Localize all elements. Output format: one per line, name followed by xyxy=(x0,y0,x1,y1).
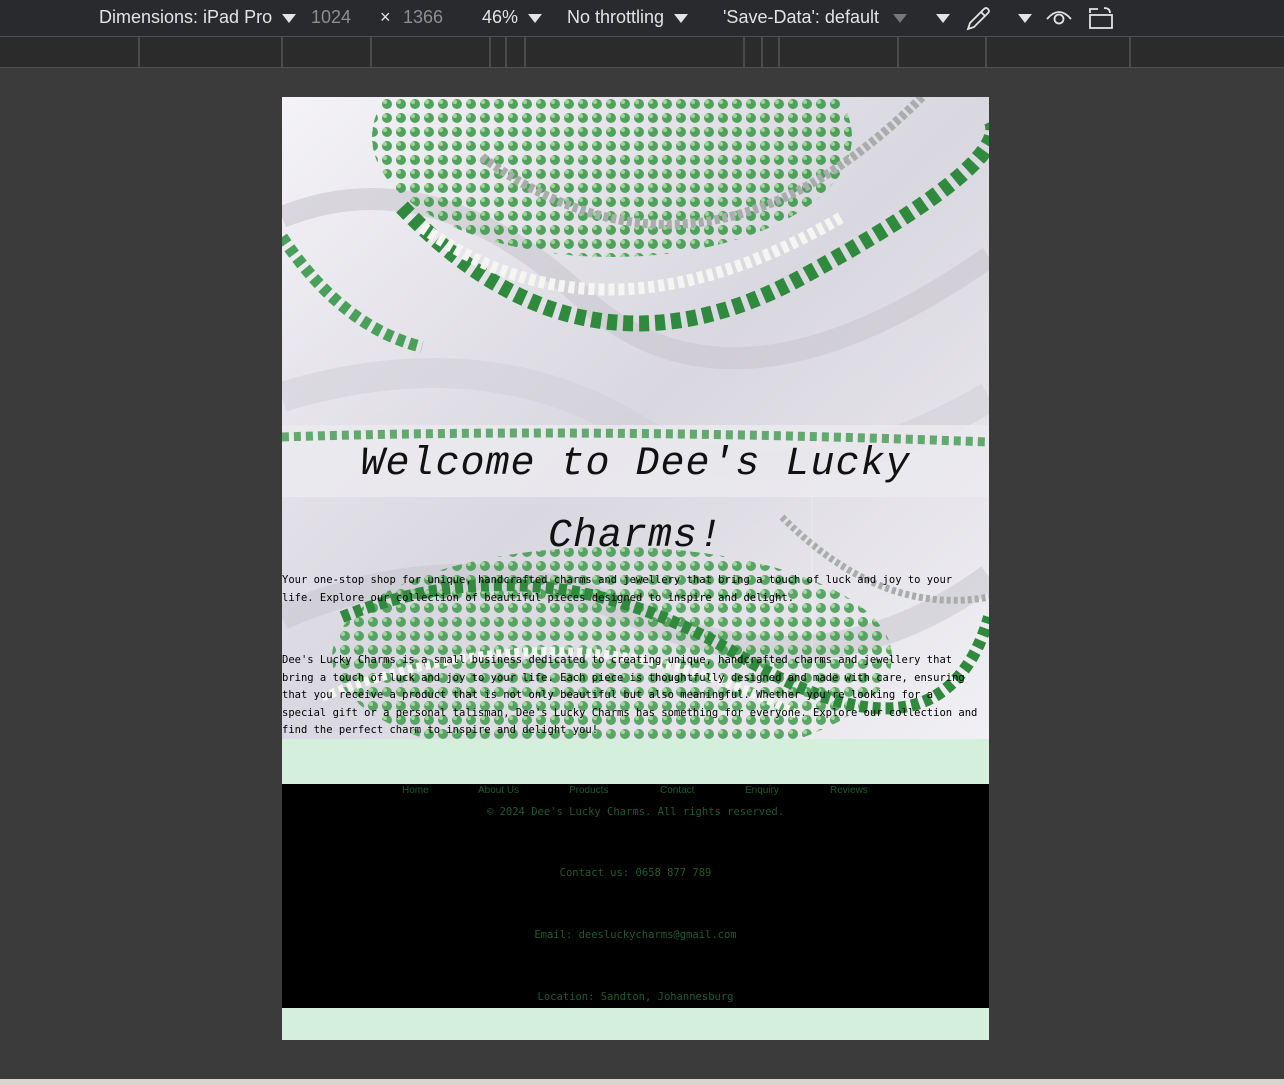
contact-email: Email: deesluckycharms@gmail.com xyxy=(534,929,737,941)
throttling-dropdown[interactable]: No throttling xyxy=(567,7,689,28)
times-symbol: × xyxy=(380,7,391,27)
nav-link-enquiry[interactable]: Enquiry xyxy=(745,785,779,796)
bead-necklace-image xyxy=(282,97,989,739)
caret-down-icon[interactable] xyxy=(1018,14,1032,23)
hero-section: Welcome to Dee's Lucky Charms! Your one-… xyxy=(282,97,989,739)
zoom-label: 46% xyxy=(482,7,519,27)
dimensions-label: Dimensions: iPad Pro xyxy=(99,7,273,27)
contact-location: Location: Sandton, Johannesburg xyxy=(537,991,734,1003)
nav-link-contact[interactable]: Contact xyxy=(660,785,694,796)
caret-down-icon xyxy=(892,13,907,23)
dimensions-dropdown[interactable]: Dimensions: iPad Pro xyxy=(99,7,297,28)
width-input[interactable]: 1024 xyxy=(311,7,351,28)
save-data-label: 'Save-Data': default xyxy=(723,7,879,27)
device-viewport: Welcome to Dee's Lucky Charms! Your one-… xyxy=(282,97,989,1040)
intro-text: Your one-stop shop for unique, handcraft… xyxy=(282,574,953,604)
mint-band xyxy=(282,739,989,784)
rotate-icon[interactable] xyxy=(1086,5,1116,31)
bottom-mint-band xyxy=(282,1008,989,1040)
caret-down-icon xyxy=(528,13,543,23)
media-query-ruler xyxy=(0,36,1284,68)
zoom-dropdown[interactable]: 46% xyxy=(482,7,543,28)
window-bottom-edge xyxy=(0,1079,1284,1085)
nav-link-about-us[interactable]: About Us xyxy=(478,785,519,796)
contact-phone: Contact us: 0658 877 789 xyxy=(559,867,712,879)
hero-title: Welcome to Dee's Lucky Charms! xyxy=(360,442,911,559)
nav-link-home[interactable]: Home xyxy=(402,785,429,796)
footer-nav: Home About Us Products Contact Enquiry R… xyxy=(282,784,989,800)
device-toolbar: Dimensions: iPad Pro 1024 × 1366 46% No … xyxy=(0,0,1284,36)
about-text: Dee's Lucky Charms is a small business d… xyxy=(282,654,978,736)
caret-down-icon[interactable] xyxy=(936,14,950,23)
save-data-dropdown[interactable]: 'Save-Data': default xyxy=(723,7,907,28)
height-input[interactable]: 1366 xyxy=(403,7,443,28)
eyedropper-icon[interactable] xyxy=(962,5,992,33)
site-footer: Home About Us Products Contact Enquiry R… xyxy=(282,784,989,1008)
caret-down-icon xyxy=(282,13,297,23)
caret-down-icon xyxy=(674,13,689,23)
copyright-text: © 2024 Dee's Lucky Charms. All rights re… xyxy=(486,806,785,818)
nav-link-products[interactable]: Products xyxy=(569,785,608,796)
eye-icon[interactable] xyxy=(1045,5,1073,31)
throttling-label: No throttling xyxy=(567,7,665,27)
nav-link-reviews[interactable]: Reviews xyxy=(830,785,868,796)
